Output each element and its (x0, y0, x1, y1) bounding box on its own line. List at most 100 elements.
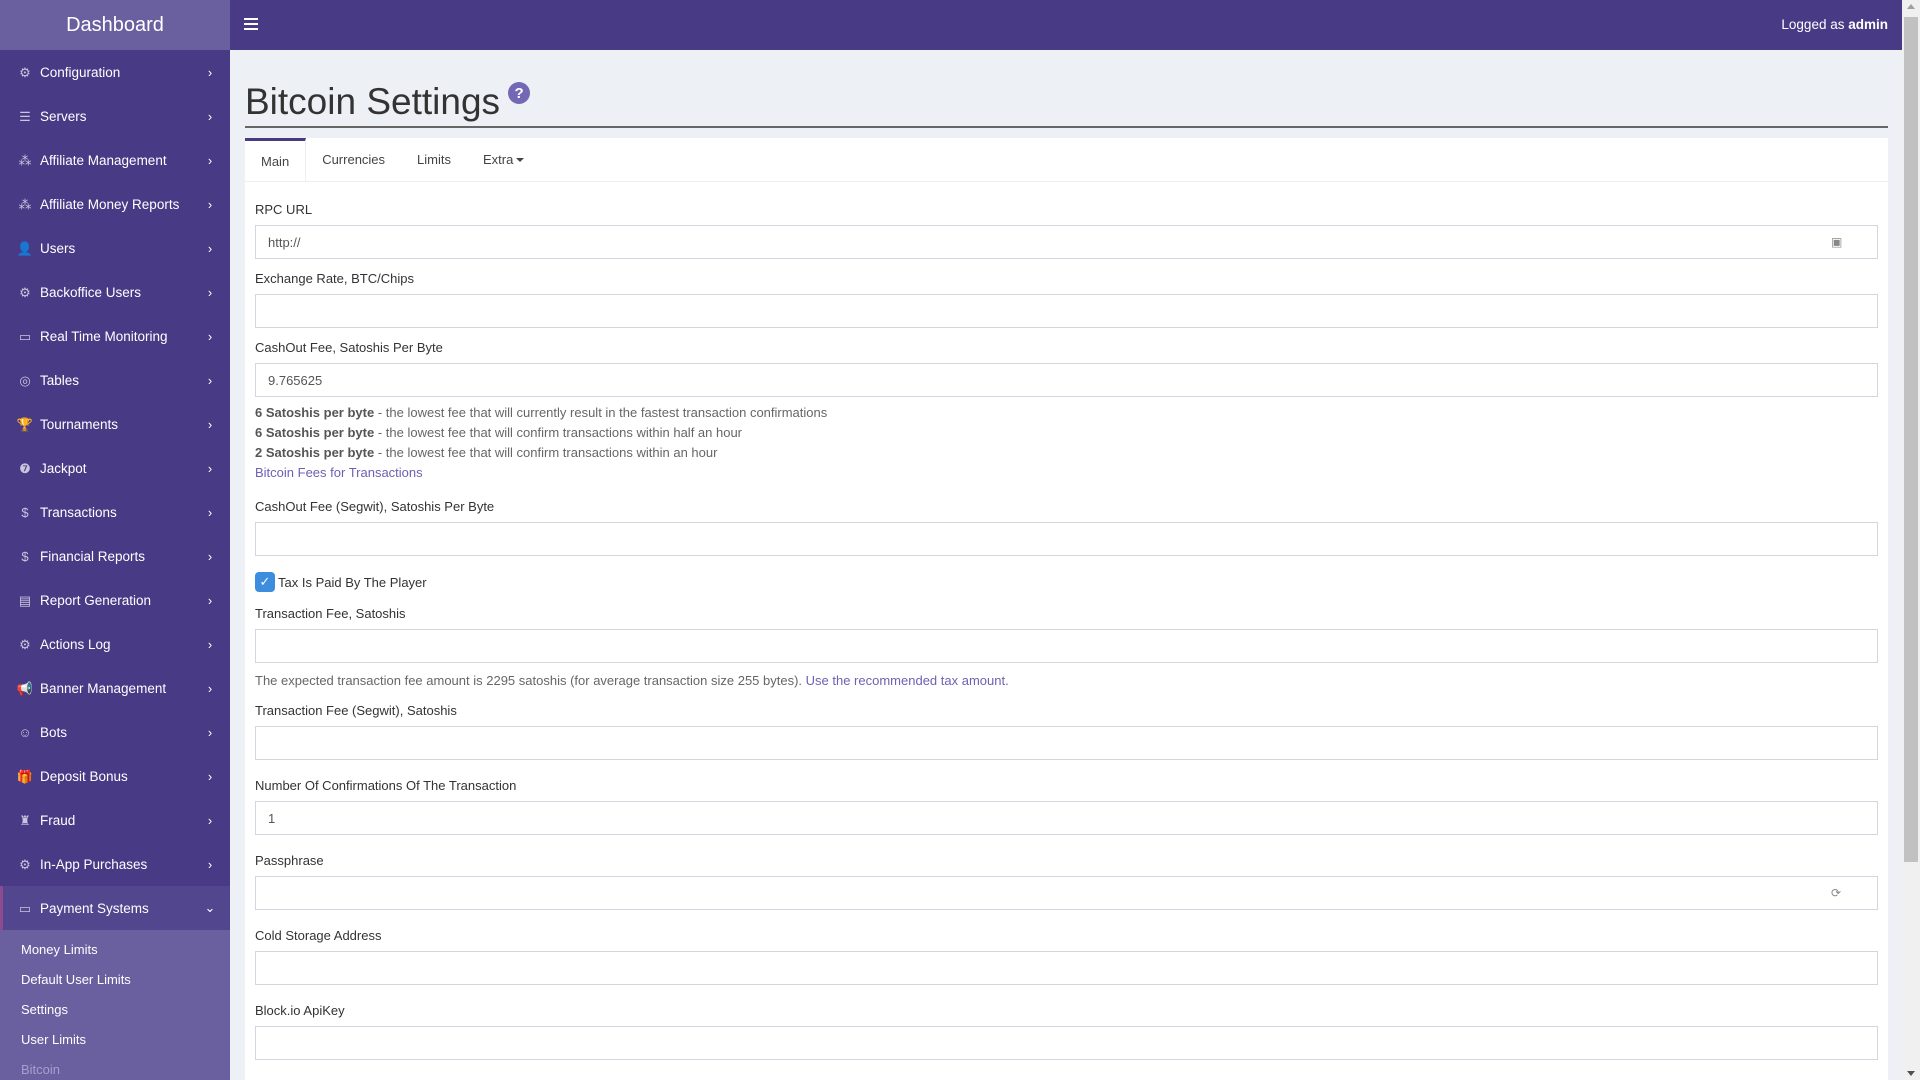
chevron-right-icon: › (207, 768, 213, 784)
chevron-right-icon: › (207, 284, 213, 300)
tab-limits[interactable]: Limits (401, 138, 467, 181)
sidebar-item-in-app-purchases[interactable]: ⚙ In-App Purchases › (0, 842, 230, 886)
tax-paid-by-player-row[interactable]: ✓ Tax Is Paid By The Player (255, 572, 1878, 592)
servers-icon: ☰ (19, 108, 31, 124)
sidebar-item-label: Affiliate Money Reports (40, 196, 180, 212)
transaction-fee-label: Transaction Fee, Satoshis (255, 606, 406, 621)
sidebar-item-backoffice-users[interactable]: ⚙ Backoffice Users › (0, 270, 230, 314)
cashout-fee-segwit-label: CashOut Fee (Segwit), Satoshis Per Byte (255, 499, 495, 514)
cold-storage-input[interactable] (255, 951, 1878, 985)
chevron-right-icon: › (207, 548, 213, 564)
sidebar-item-label: Deposit Bonus (40, 768, 128, 784)
submenu-item-settings[interactable]: Settings (0, 994, 230, 1024)
help-icon[interactable]: ? (508, 82, 531, 104)
lock-reset-icon[interactable]: ⟳ (1831, 886, 1843, 900)
sidebar-item-label: Actions Log (40, 636, 111, 652)
fee-hint: 6 Satoshis per byte - the lowest fee tha… (255, 425, 743, 440)
chevron-right-icon: › (207, 328, 213, 344)
logged-prefix: Logged as (1781, 17, 1845, 32)
passphrase-input[interactable] (255, 876, 1878, 910)
chevron-right-icon: › (207, 240, 213, 256)
tab-currencies[interactable]: Currencies (306, 138, 401, 181)
confirmations-input[interactable] (255, 801, 1878, 835)
contact-card-icon[interactable]: ▣ (1831, 235, 1843, 249)
actions-log-icon: ⚙ (19, 636, 31, 652)
sidebar-item-tournaments[interactable]: 🏆 Tournaments › (0, 402, 230, 446)
use-recommended-tax-link[interactable]: Use the recommended tax amount. (806, 673, 1009, 688)
chevron-right-icon: › (207, 416, 213, 432)
scroll-down-arrow-icon[interactable] (1907, 1071, 1915, 1076)
sidebar-item-actions-log[interactable]: ⚙ Actions Log › (0, 622, 230, 666)
submenu-item-user-limits[interactable]: User Limits (0, 1024, 230, 1054)
sidebar-item-label: Users (40, 240, 76, 256)
blockio-apikey-input[interactable] (255, 1026, 1878, 1060)
cashout-fee-segwit-input[interactable] (255, 522, 1878, 556)
chevron-right-icon: › (207, 680, 213, 696)
sidebar-item-label: Transactions (40, 504, 117, 520)
chevron-right-icon: › (207, 196, 213, 212)
scroll-up-arrow-icon[interactable] (1907, 4, 1915, 9)
configuration-icon: ⚙ (19, 64, 31, 80)
sidebar-item-configuration[interactable]: ⚙ Configuration › (0, 50, 230, 94)
sidebar-item-servers[interactable]: ☰ Servers › (0, 94, 230, 138)
sidebar-item-label: Affiliate Management (40, 152, 167, 168)
sidebar-item-affiliate-money-reports[interactable]: ⁂ Affiliate Money Reports › (0, 182, 230, 226)
deposit-bonus-icon: 🎁 (16, 768, 34, 784)
sidebar-item-banner-management[interactable]: 📢 Banner Management › (0, 666, 230, 710)
bitcoin-fees-link[interactable]: Bitcoin Fees for Transactions (255, 465, 423, 480)
sidebar-item-jackpot[interactable]: ❼ Jackpot › (0, 446, 230, 490)
sidebar-item-deposit-bonus[interactable]: 🎁 Deposit Bonus › (0, 754, 230, 798)
chevron-right-icon: › (207, 812, 213, 828)
sidebar-item-label: Tournaments (40, 416, 119, 432)
sidebar-item-fraud[interactable]: ♜ Fraud › (0, 798, 230, 842)
username[interactable]: admin (1848, 17, 1888, 32)
tax-paid-checkbox[interactable]: ✓ (255, 572, 275, 592)
sidebar-item-label: Report Generation (40, 592, 152, 608)
sidebar-item-financial-reports[interactable]: $ Financial Reports › (0, 534, 230, 578)
chevron-right-icon: › (207, 152, 213, 168)
affiliate-management-icon: ⁂ (18, 152, 32, 168)
rpc-url-input[interactable] (255, 225, 1878, 259)
in-app-purchases-icon: ⚙ (19, 856, 31, 872)
real-time-monitoring-icon: ▭ (18, 328, 32, 344)
tab-main[interactable]: Main (245, 138, 307, 181)
sidebar-item-label: Servers (40, 108, 87, 124)
brand-logo[interactable]: Dashboard (0, 0, 230, 50)
submenu-item-money-limits[interactable]: Money Limits (0, 934, 230, 964)
fee-hint: 6 Satoshis per byte - the lowest fee tha… (255, 405, 828, 420)
chevron-right-icon: › (207, 108, 213, 124)
sidebar-item-payment-systems[interactable]: ▭ Payment Systems ⌄ (0, 886, 230, 930)
main-content: Bitcoin Settings ? Main Currencies Limit… (245, 50, 1888, 1080)
sidebar-item-users[interactable]: 👤 Users › (0, 226, 230, 270)
exchange-rate-input[interactable] (255, 294, 1878, 328)
sidebar-item-affiliate-management[interactable]: ⁂ Affiliate Management › (0, 138, 230, 182)
submenu-item-default-user-limits[interactable]: Default User Limits (0, 964, 230, 994)
sidebar-item-report-generation[interactable]: ▤ Report Generation › (0, 578, 230, 622)
banner-management-icon: 📢 (16, 680, 34, 696)
chevron-right-icon: › (207, 64, 213, 80)
users-icon: 👤 (16, 240, 34, 256)
expected-fee-hint: The expected transaction fee amount is 2… (255, 673, 1009, 688)
chevron-right-icon: › (207, 636, 213, 652)
caret-down-icon (516, 157, 525, 162)
submenu-item-bitcoin[interactable]: Bitcoin (0, 1054, 230, 1080)
cashout-fee-input[interactable] (255, 363, 1878, 397)
sidebar-item-real-time-monitoring[interactable]: ▭ Real Time Monitoring › (0, 314, 230, 358)
rpc-url-label: RPC URL (255, 202, 313, 217)
sidebar-item-tables[interactable]: ◎ Tables › (0, 358, 230, 402)
settings-panel: Main Currencies Limits Extra RPC URL ▣ E… (245, 138, 1888, 1080)
transaction-fee-input[interactable] (255, 629, 1878, 663)
vertical-scrollbar[interactable] (1902, 0, 1920, 1080)
tab-extra[interactable]: Extra (467, 138, 540, 181)
chevron-right-icon: › (207, 724, 213, 740)
sidebar-item-label: Bots (40, 724, 68, 740)
fee-hint: 2 Satoshis per byte - the lowest fee tha… (255, 445, 718, 460)
page-header: Bitcoin Settings ? (245, 50, 1888, 128)
sidebar-item-label: Jackpot (40, 460, 87, 476)
sidebar-item-transactions[interactable]: $ Transactions › (0, 490, 230, 534)
sidebar-item-bots[interactable]: ☺ Bots › (0, 710, 230, 754)
scroll-thumb[interactable] (1904, 17, 1918, 862)
sidebar-item-label: Banner Management (40, 680, 167, 696)
menu-toggle-icon[interactable] (244, 18, 258, 30)
transaction-fee-segwit-input[interactable] (255, 726, 1878, 760)
